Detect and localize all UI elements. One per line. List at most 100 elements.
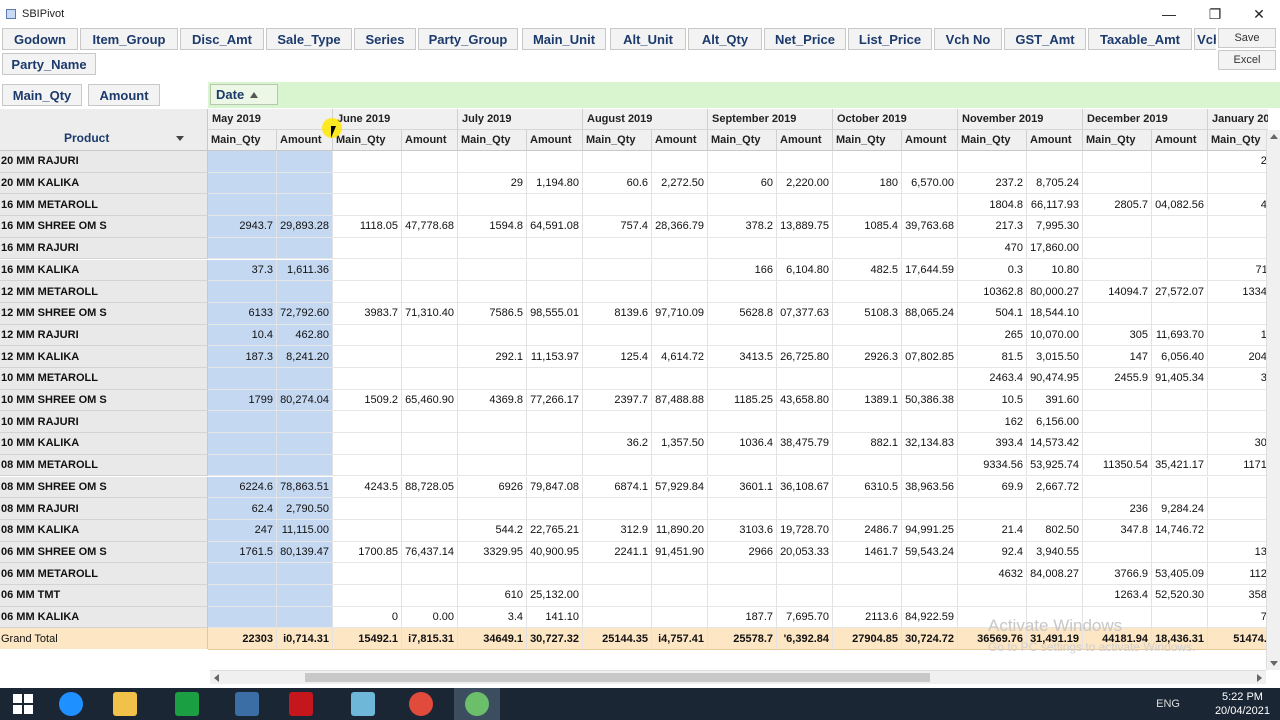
month-header[interactable]: January 202 [1208, 109, 1268, 130]
grand-total-cell[interactable]: i4,757.41 [652, 628, 708, 650]
column-header-amount[interactable]: Amount [777, 130, 833, 151]
data-cell[interactable]: 6926 [458, 476, 527, 499]
data-cell[interactable]: 38,963.56 [902, 476, 958, 499]
filter-field-vch[interactable]: Vch [1194, 28, 1216, 50]
data-cell[interactable] [208, 454, 277, 477]
data-cell[interactable] [708, 368, 777, 390]
data-cell[interactable]: 0.3 [958, 259, 1027, 282]
data-cell[interactable] [402, 172, 458, 195]
data-cell[interactable]: 2926.3 [833, 346, 902, 368]
data-cell[interactable] [708, 411, 777, 434]
data-cell[interactable]: 3766.9 [1083, 563, 1152, 585]
data-cell[interactable] [652, 194, 708, 217]
data-cell[interactable]: 139 [1208, 542, 1268, 564]
data-cell[interactable] [652, 606, 708, 629]
data-cell[interactable]: 247 [208, 519, 277, 542]
data-cell[interactable] [402, 237, 458, 260]
data-cell[interactable]: 37.3 [208, 259, 277, 282]
column-header-amount[interactable]: Amount [652, 130, 708, 151]
data-cell[interactable]: 6874.1 [583, 476, 652, 499]
data-cell[interactable]: 59,543.24 [902, 541, 958, 564]
row-label-product[interactable]: 08 MM RAJURI [0, 498, 208, 520]
data-cell[interactable] [777, 411, 833, 434]
data-cell[interactable]: 69.9 [958, 476, 1027, 499]
data-cell[interactable]: 544.2 [458, 519, 527, 542]
data-cell[interactable] [833, 237, 902, 260]
data-cell[interactable]: 462.80 [277, 324, 333, 347]
data-cell[interactable]: 3,940.55 [1027, 541, 1083, 564]
data-cell[interactable]: 2966 [708, 541, 777, 564]
data-cell[interactable] [527, 324, 583, 347]
data-cell[interactable]: 1127 [1208, 563, 1268, 585]
data-cell[interactable]: 65,460.90 [402, 389, 458, 412]
data-cell[interactable]: 17,860.00 [1027, 237, 1083, 260]
data-cell[interactable]: 71,310.40 [402, 302, 458, 325]
data-cell[interactable]: 162 [958, 411, 1027, 434]
data-cell[interactable] [708, 585, 777, 607]
data-cell[interactable]: 504.1 [958, 302, 1027, 325]
column-header-amount[interactable]: Amount [1152, 130, 1208, 151]
data-cell[interactable] [1083, 476, 1152, 499]
data-cell[interactable]: 482.5 [833, 259, 902, 282]
data-cell[interactable] [902, 411, 958, 434]
data-cell[interactable]: 147 [1083, 346, 1152, 368]
row-label-product[interactable]: 06 MM SHREE OM S [0, 541, 208, 564]
data-cell[interactable] [402, 433, 458, 455]
data-cell[interactable]: 187.3 [208, 346, 277, 368]
data-cell[interactable]: 57,929.84 [652, 476, 708, 499]
data-cell[interactable] [402, 324, 458, 347]
data-cell[interactable]: 5628.8 [708, 302, 777, 325]
filter-field-party-group[interactable]: Party_Group [418, 28, 518, 50]
data-cell[interactable] [652, 585, 708, 607]
data-cell[interactable] [527, 281, 583, 303]
data-cell[interactable]: 80,274.04 [277, 389, 333, 412]
data-cell[interactable]: 60 [708, 172, 777, 195]
data-cell[interactable] [1152, 302, 1208, 325]
data-cell[interactable]: 52,520.30 [1152, 585, 1208, 607]
data-cell[interactable] [333, 498, 402, 520]
data-cell[interactable] [458, 433, 527, 455]
data-cell[interactable]: 1799 [208, 389, 277, 412]
filter-field-party-name[interactable]: Party_Name [2, 53, 96, 75]
data-cell[interactable]: 3583 [1208, 585, 1268, 607]
data-cell[interactable]: 84,008.27 [1027, 563, 1083, 585]
data-cell[interactable] [1083, 237, 1152, 260]
data-cell[interactable]: 28,366.79 [652, 216, 708, 238]
data-cell[interactable] [333, 519, 402, 542]
data-cell[interactable] [333, 281, 402, 303]
data-cell[interactable] [402, 281, 458, 303]
data-cell[interactable]: 2463.4 [958, 368, 1027, 390]
data-cell[interactable] [1208, 173, 1268, 195]
data-cell[interactable] [208, 368, 277, 390]
data-cell[interactable] [708, 498, 777, 520]
data-cell[interactable]: 5108.3 [833, 302, 902, 325]
data-cell[interactable] [708, 194, 777, 217]
data-cell[interactable] [652, 498, 708, 520]
month-header[interactable]: July 2019 [458, 109, 583, 130]
data-cell[interactable]: 43,658.80 [777, 389, 833, 412]
grand-total-cell[interactable]: 51474.5 [1208, 628, 1268, 650]
data-cell[interactable] [652, 259, 708, 282]
data-cell[interactable]: 10.80 [1027, 259, 1083, 282]
column-header-amount[interactable]: Amount [402, 130, 458, 151]
data-cell[interactable]: 11,890.20 [652, 519, 708, 542]
data-cell[interactable]: 9334.56 [958, 454, 1027, 477]
data-cell[interactable]: 66,117.93 [1027, 194, 1083, 217]
data-cell[interactable] [458, 498, 527, 520]
data-cell[interactable] [1027, 585, 1083, 607]
data-cell[interactable]: 36,108.67 [777, 476, 833, 499]
taskbar-acrobat[interactable] [278, 688, 324, 720]
data-cell[interactable]: 2047 [1208, 346, 1268, 368]
data-cell[interactable]: 1509.2 [333, 389, 402, 412]
data-cell[interactable] [777, 585, 833, 607]
data-cell[interactable]: 6133 [208, 302, 277, 325]
column-header-main-qty[interactable]: Main_Qty [333, 130, 402, 151]
scroll-right-icon[interactable] [1257, 674, 1262, 682]
month-header[interactable]: September 2019 [708, 109, 833, 130]
data-cell[interactable] [708, 237, 777, 260]
taskbar-chrome[interactable] [398, 688, 444, 720]
data-cell[interactable] [1152, 476, 1208, 499]
data-cell[interactable] [1083, 259, 1152, 282]
data-cell[interactable]: 1594.8 [458, 216, 527, 238]
data-cell[interactable]: 21.4 [958, 519, 1027, 542]
